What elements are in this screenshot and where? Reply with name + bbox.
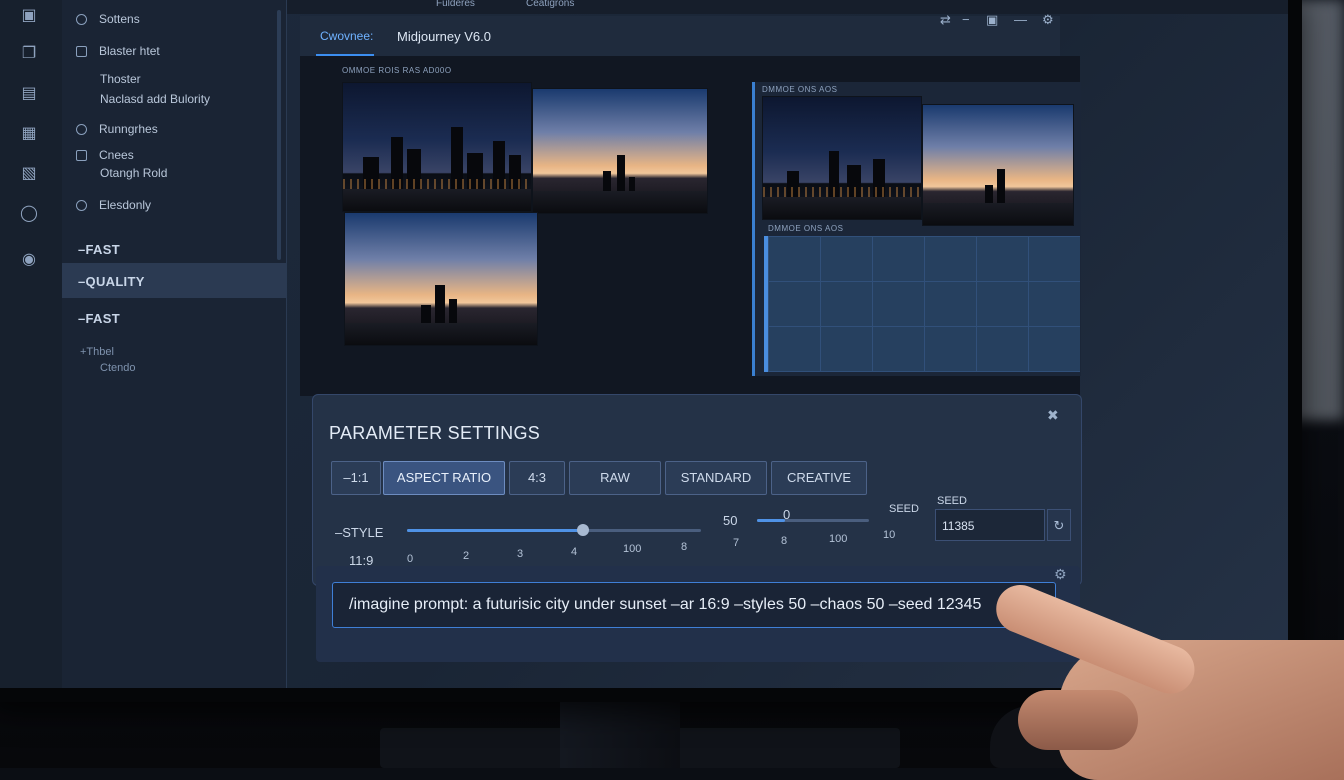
side-item-0[interactable]: Sottens (76, 12, 140, 26)
top-bar: Fulderes Ceatigrons (286, 0, 1288, 14)
seed-label: SEED (937, 495, 967, 507)
grid-caption: OMMOE ROIS RAS AD00O (342, 66, 452, 75)
style-slider-knob[interactable] (577, 524, 590, 536)
side-item-2[interactable]: Thoster (100, 72, 141, 86)
preview-caption-top: DMMOE ONS AOS (762, 85, 838, 94)
checkbox-icon (76, 150, 87, 162)
calendar-icon[interactable]: ▧ (19, 164, 39, 184)
pointing-hand (989, 570, 1344, 780)
preview-grid-canvas[interactable] (764, 236, 1080, 372)
standard-button[interactable]: STANDARD (665, 461, 767, 495)
save-icon[interactable]: ▣ (986, 12, 998, 28)
account-icon[interactable]: ◉ (19, 250, 39, 270)
image-thumbnail-3[interactable] (344, 212, 538, 346)
preview-caption-mid: DMMOE ONS AOS (768, 224, 844, 233)
city-skyline (763, 151, 921, 219)
tab-active[interactable]: Cwovnee: (320, 29, 373, 43)
side-item-1[interactable]: Blaster htet (76, 44, 160, 58)
creative-button[interactable]: CREATIVE (771, 461, 867, 495)
city-skyline (343, 127, 531, 211)
side-item-label: Runngrhes (99, 122, 158, 136)
mode-fast-2[interactable]: –FAST (78, 311, 120, 326)
checkbox-icon (76, 46, 87, 58)
style-label: –STYLE (335, 525, 384, 540)
style-tick: 2 (463, 550, 470, 562)
minus-icon[interactable]: − (962, 12, 970, 27)
mid-tick: 10 (883, 529, 896, 541)
side-footer-0[interactable]: +Thbel (80, 346, 114, 358)
ratio-4-3-button[interactable]: 4:3 (509, 461, 565, 495)
radio-icon (76, 200, 87, 212)
side-item-4[interactable]: Runngrhes (76, 122, 158, 136)
prompt-area: ⚙ /imagine prompt: a futurisic city unde… (316, 566, 1080, 662)
gear-icon[interactable]: ⚙ (1042, 12, 1054, 28)
style-tick: 4 (571, 546, 578, 558)
preview-thumbnail-2[interactable] (922, 104, 1074, 226)
side-item-7[interactable]: Elesdonly (76, 198, 151, 212)
box-icon[interactable]: ▦ (19, 124, 39, 144)
model-title[interactable]: Midjourney V6.0 (397, 29, 491, 44)
seed-side-label: SEED (889, 503, 919, 515)
side-item-3[interactable]: Naclasd add Bulority (100, 92, 210, 106)
side-item-label: Sottens (99, 12, 140, 26)
radio-icon (76, 14, 87, 26)
side-item-label: Blaster htet (99, 44, 160, 58)
city-skyline (345, 272, 537, 345)
parameter-settings-panel: PARAMETER SETTINGS ✖ –1:1 ASPECT RATIO 4… (312, 394, 1082, 586)
parameter-settings-title: PARAMETER SETTINGS (329, 423, 541, 443)
icon-rail: ▣ ❐ ▤ ▦ ▧ ◯ ◉ (0, 0, 63, 688)
mid-tick: 8 (781, 535, 788, 547)
document-icon[interactable]: ▤ (19, 84, 39, 104)
image-thumbnail-1[interactable] (342, 82, 532, 212)
aspect-ratio-button[interactable]: ASPECT RATIO (383, 461, 505, 495)
app-icon[interactable]: ▣ (19, 6, 39, 26)
mid-tick: 100 (829, 533, 848, 545)
seed-input[interactable]: 11385 (935, 509, 1045, 541)
ratio-1-1-button[interactable]: –1:1 (331, 461, 381, 495)
side-item-label: Elesdonly (99, 198, 152, 212)
prompt-input[interactable]: /imagine prompt: a futurisic city under … (332, 582, 1056, 628)
monitor-stand (560, 698, 680, 768)
chaos-slider[interactable] (757, 519, 869, 522)
copy-icon[interactable]: ❐ (19, 44, 39, 64)
side-item-6[interactable]: Otangh Rold (100, 166, 167, 180)
style-tick: 8 (681, 541, 688, 553)
side-scrollbar[interactable] (277, 10, 281, 260)
close-icon[interactable]: ✖ (1047, 407, 1059, 424)
swap-icon[interactable]: ⇄ (940, 12, 951, 28)
mode-quality[interactable]: –QUALITY (78, 274, 145, 289)
raw-button[interactable]: RAW (569, 461, 661, 495)
top-bar-categories[interactable]: Ceatigrons (526, 0, 574, 9)
mode-fast-1[interactable]: –FAST (78, 242, 120, 257)
radio-icon (76, 124, 87, 136)
style-slider[interactable] (407, 524, 701, 536)
side-item-label: Cnees (99, 148, 134, 162)
chaos-slider-fill (757, 519, 785, 522)
style-tick: 100 (623, 543, 642, 555)
circle-icon[interactable]: ◯ (19, 204, 39, 224)
minimize-icon[interactable]: — (1014, 12, 1027, 27)
refresh-icon[interactable]: ↻ (1047, 509, 1071, 541)
preview-thumbnail-1[interactable] (762, 96, 922, 220)
mid-tick: 7 (733, 537, 740, 549)
style-slider-fill (407, 529, 584, 532)
city-skyline (923, 159, 1073, 225)
side-footer-1[interactable]: Ctendo (100, 362, 135, 374)
side-panel: Sottens Blaster htet Thoster Naclasd add… (62, 0, 287, 688)
city-skyline (533, 145, 707, 213)
top-bar-folders[interactable]: Fulderes (436, 0, 475, 9)
style-tick: 0 (407, 553, 414, 565)
style-tick: 3 (517, 548, 524, 560)
stylize-value: 50 (723, 513, 738, 528)
side-item-5[interactable]: Cnees (76, 148, 134, 162)
image-thumbnail-2[interactable] (532, 88, 708, 214)
